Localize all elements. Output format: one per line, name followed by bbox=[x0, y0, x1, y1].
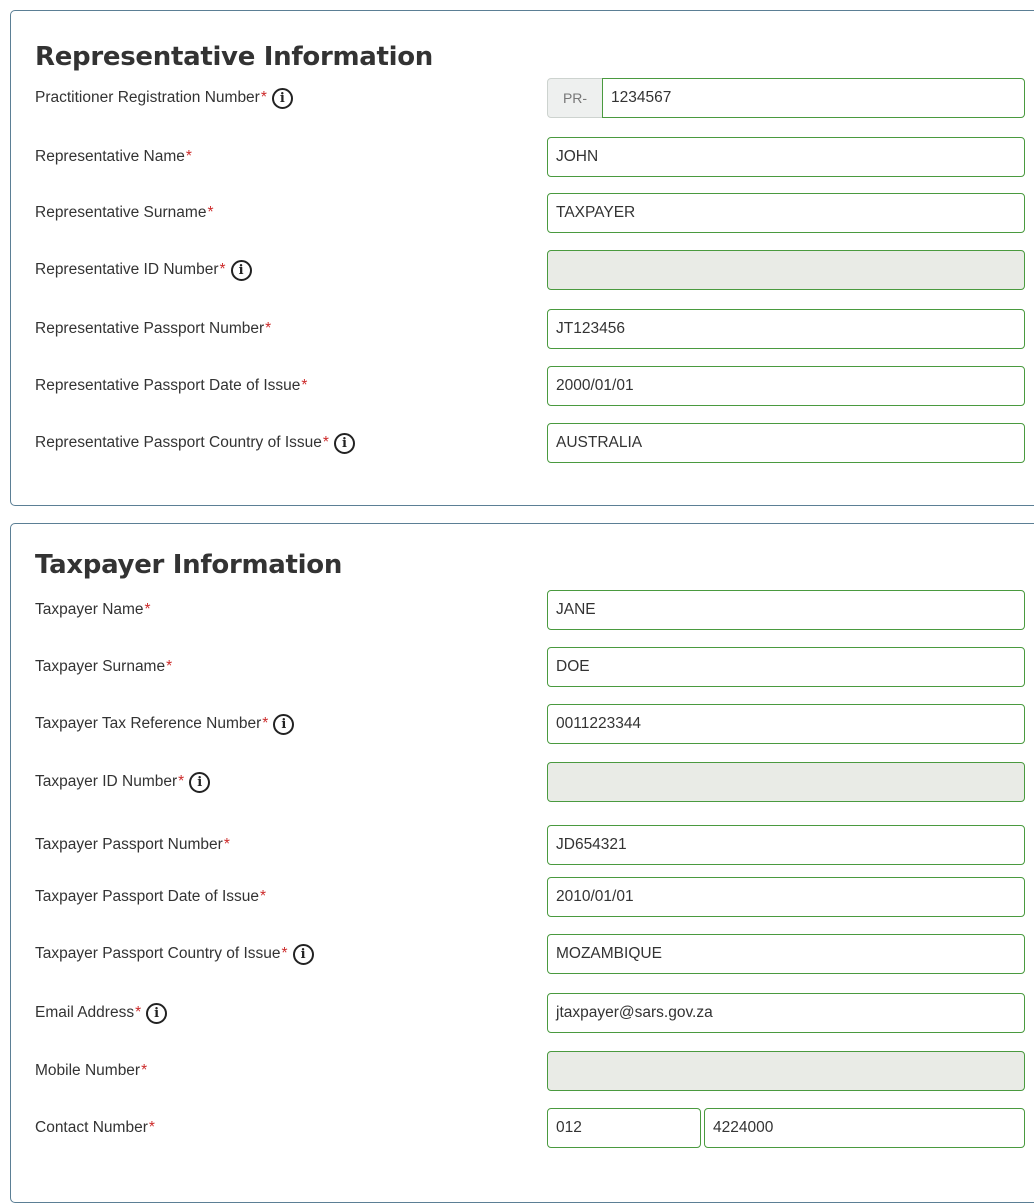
contact-area-code-input[interactable]: 012 bbox=[547, 1108, 701, 1148]
field-label-text: Taxpayer Passport Number bbox=[35, 836, 223, 853]
email-address-input[interactable]: jtaxpayer@sars.gov.za bbox=[547, 993, 1025, 1033]
representative-name-input[interactable]: JOHN bbox=[547, 137, 1025, 177]
field-label-text: Taxpayer Tax Reference Number bbox=[35, 715, 262, 732]
taxpayer-passport-date-row: Taxpayer Passport Date of Issue * 2010/01… bbox=[11, 877, 1034, 917]
tax-reference-label: Taxpayer Tax Reference Number * i bbox=[35, 704, 295, 744]
field-label-text: Practitioner Registration Number bbox=[35, 89, 260, 106]
practitioner-registration-input[interactable]: 1234567 bbox=[602, 78, 1025, 118]
field-label-text: Representative ID Number bbox=[35, 261, 219, 278]
contact-number-label: Contact Number * bbox=[35, 1108, 155, 1148]
taxpayer-surname-label: Taxpayer Surname * bbox=[35, 647, 172, 687]
field-label-text: Contact Number bbox=[35, 1119, 148, 1136]
mobile-number-row: Mobile Number * bbox=[11, 1051, 1034, 1091]
taxpayer-passport-country-input[interactable]: MOZAMBIQUE bbox=[547, 934, 1025, 974]
field-label-text: Representative Passport Country of Issue bbox=[35, 434, 322, 451]
field-label-text: Email Address bbox=[35, 1004, 135, 1021]
taxpayer-surname-input[interactable]: DOE bbox=[547, 647, 1025, 687]
field-label-text: Taxpayer Passport Country of Issue bbox=[35, 945, 281, 962]
field-label-text: Taxpayer ID Number bbox=[35, 773, 178, 790]
required-asterisk: * bbox=[322, 434, 329, 451]
representative-passport-number-row: Representative Passport Number * JT123456 bbox=[11, 309, 1034, 349]
representative-passport-country-label: Representative Passport Country of Issue… bbox=[35, 423, 355, 463]
representative-information-panel: Representative Information Practitioner … bbox=[10, 10, 1034, 506]
info-circle-icon[interactable]: i bbox=[189, 771, 211, 793]
info-circle-icon[interactable]: i bbox=[292, 943, 314, 965]
taxpayer-name-input[interactable]: JANE bbox=[547, 590, 1025, 630]
required-asterisk: * bbox=[262, 715, 269, 732]
info-circle-icon[interactable]: i bbox=[271, 87, 293, 109]
required-asterisk: * bbox=[260, 888, 267, 905]
representative-passport-country-row: Representative Passport Country of Issue… bbox=[11, 423, 1034, 463]
taxpayer-passport-number-row: Taxpayer Passport Number * JD654321 bbox=[11, 825, 1034, 865]
taxpayer-id-label: Taxpayer ID Number * i bbox=[35, 762, 211, 802]
field-label-text: Representative Surname bbox=[35, 204, 207, 221]
required-asterisk: * bbox=[144, 601, 151, 618]
pr-prefix-addon: PR- bbox=[547, 78, 603, 118]
representative-name-label: Representative Name * bbox=[35, 137, 192, 177]
representative-passport-number-label: Representative Passport Number * bbox=[35, 309, 271, 349]
required-asterisk: * bbox=[207, 204, 214, 221]
taxpayer-name-row: Taxpayer Name * JANE bbox=[11, 590, 1034, 630]
required-asterisk: * bbox=[148, 1119, 155, 1136]
tax-reference-row: Taxpayer Tax Reference Number * i 00112233… bbox=[11, 704, 1034, 744]
required-asterisk: * bbox=[223, 836, 230, 853]
email-address-row: Email Address * i jtaxpayer@sars.gov.za bbox=[11, 993, 1034, 1033]
representative-id-label: Representative ID Number * i bbox=[35, 250, 252, 290]
email-address-label: Email Address * i bbox=[35, 993, 168, 1033]
representative-surname-input[interactable]: TAXPAYER bbox=[547, 193, 1025, 233]
representative-id-input[interactable] bbox=[547, 250, 1025, 290]
practitioner-registration-label: Practitioner Registration Number * i bbox=[35, 78, 293, 118]
field-label-text: Taxpayer Surname bbox=[35, 658, 166, 675]
representative-passport-date-input[interactable]: 2000/01/01 bbox=[547, 366, 1025, 406]
mobile-number-input[interactable] bbox=[547, 1051, 1025, 1091]
required-asterisk: * bbox=[141, 1062, 148, 1079]
field-label-text: Taxpayer Passport Date of Issue bbox=[35, 888, 260, 905]
field-label-text: Taxpayer Name bbox=[35, 601, 144, 618]
mobile-number-label: Mobile Number * bbox=[35, 1051, 147, 1091]
representative-passport-number-input[interactable]: JT123456 bbox=[547, 309, 1025, 349]
taxpayer-section-title: Taxpayer Information bbox=[35, 550, 343, 580]
representative-passport-date-row: Representative Passport Date of Issue * 2… bbox=[11, 366, 1034, 406]
field-label-text: Representative Passport Date of Issue bbox=[35, 377, 301, 394]
field-label-text: Mobile Number bbox=[35, 1062, 141, 1079]
taxpayer-surname-row: Taxpayer Surname * DOE bbox=[11, 647, 1034, 687]
representative-section-title: Representative Information bbox=[35, 42, 434, 72]
info-circle-icon[interactable]: i bbox=[273, 713, 295, 735]
taxpayer-passport-date-input[interactable]: 2010/01/01 bbox=[547, 877, 1025, 917]
required-asterisk: * bbox=[178, 773, 185, 790]
required-asterisk: * bbox=[265, 320, 272, 337]
required-asterisk: * bbox=[301, 377, 308, 394]
taxpayer-passport-country-row: Taxpayer Passport Country of Issue * i MOZ… bbox=[11, 934, 1034, 974]
taxpayer-passport-number-input[interactable]: JD654321 bbox=[547, 825, 1025, 865]
taxpayer-id-row: Taxpayer ID Number * i bbox=[11, 762, 1034, 802]
representative-surname-label: Representative Surname * bbox=[35, 193, 214, 233]
representative-passport-country-input[interactable]: AUSTRALIA bbox=[547, 423, 1025, 463]
field-label-text: Representative Passport Number bbox=[35, 320, 265, 337]
taxpayer-information-panel: Taxpayer Information Taxpayer Name * JANE… bbox=[10, 523, 1034, 1203]
required-asterisk: * bbox=[281, 945, 288, 962]
info-circle-icon[interactable]: i bbox=[230, 259, 252, 281]
taxpayer-name-label: Taxpayer Name * bbox=[35, 590, 151, 630]
taxpayer-passport-country-label: Taxpayer Passport Country of Issue * i bbox=[35, 934, 314, 974]
representative-surname-row: Representative Surname * TAXPAYER bbox=[11, 193, 1034, 233]
tax-reference-input[interactable]: 0011223344 bbox=[547, 704, 1025, 744]
required-asterisk: * bbox=[166, 658, 173, 675]
contact-number-row: Contact Number * 012 4224000 bbox=[11, 1108, 1034, 1148]
info-circle-icon[interactable]: i bbox=[146, 1002, 168, 1024]
taxpayer-id-input[interactable] bbox=[547, 762, 1025, 802]
taxpayer-passport-date-label: Taxpayer Passport Date of Issue * bbox=[35, 877, 266, 917]
representative-id-row: Representative ID Number * i bbox=[11, 250, 1034, 290]
taxpayer-passport-number-label: Taxpayer Passport Number * bbox=[35, 825, 230, 865]
contact-number-input[interactable]: 4224000 bbox=[704, 1108, 1025, 1148]
info-circle-icon[interactable]: i bbox=[333, 432, 355, 454]
required-asterisk: * bbox=[185, 148, 192, 165]
representative-name-row: Representative Name * JOHN bbox=[11, 137, 1034, 177]
field-label-text: Representative Name bbox=[35, 148, 185, 165]
representative-passport-date-label: Representative Passport Date of Issue * bbox=[35, 366, 307, 406]
practitioner-registration-row: Practitioner Registration Number * i PR- 1… bbox=[11, 78, 1034, 118]
required-asterisk: * bbox=[219, 261, 226, 278]
required-asterisk: * bbox=[260, 89, 267, 106]
required-asterisk: * bbox=[135, 1004, 142, 1021]
